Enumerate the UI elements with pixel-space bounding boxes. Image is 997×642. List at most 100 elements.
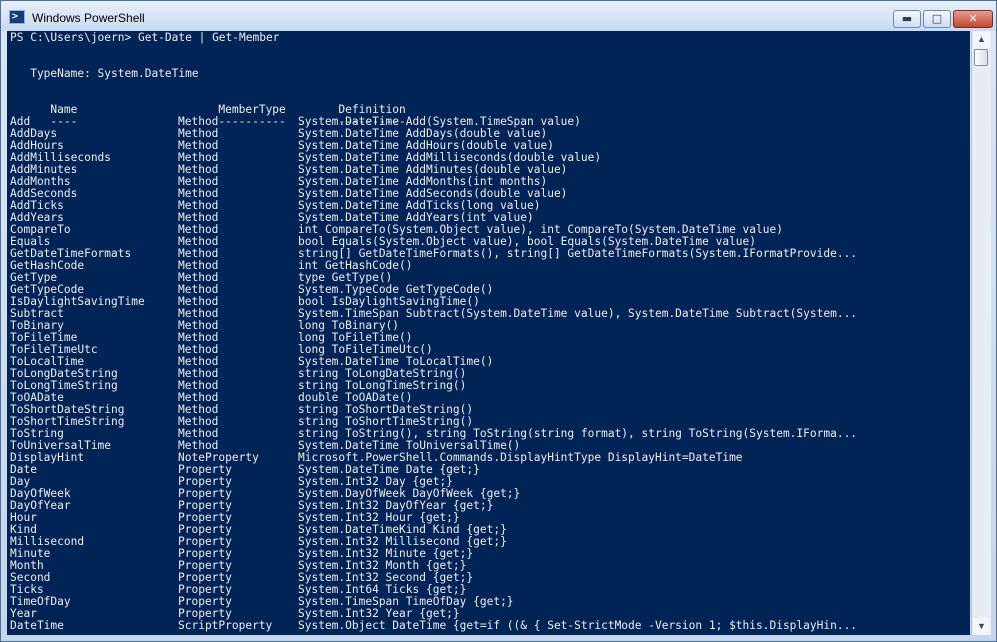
table-row: ToLongTimeString Method string ToLongTimeS…	[7, 380, 970, 392]
powershell-icon[interactable]: >	[9, 10, 25, 24]
definition-cell: System.DateTime AddHours(double value)	[298, 140, 554, 152]
table-row: AddMilliseconds Method System.DateTime Add…	[7, 152, 970, 164]
name-cell: DisplayHint	[10, 452, 85, 464]
name-cell: Equals	[10, 236, 51, 248]
maximize-button[interactable]: □	[923, 10, 951, 28]
definition-cell: System.Int64 Ticks {get;}	[298, 584, 467, 596]
definition-cell: bool Equals(System.Object value), bool E…	[298, 236, 757, 248]
name-cell: DayOfWeek	[10, 488, 71, 500]
name-cell: AddHours	[10, 140, 64, 152]
name-cell: GetDateTimeFormats	[10, 248, 132, 260]
table-row: GetType Method type GetType()	[7, 272, 970, 284]
membertype-cell: ScriptProperty	[178, 620, 273, 632]
table-row: ToBinary Method long ToBinary()	[7, 320, 970, 332]
name-cell: ToShortTimeString	[10, 416, 125, 428]
powershell-window: > Windows PowerShell ▬ □ ✕ PS C:\Users\j…	[0, 0, 997, 642]
name-cell: AddMilliseconds	[10, 152, 112, 164]
definition-cell: System.Int32 Hour {get;}	[298, 512, 460, 524]
table-row: ToOADate Method double ToOADate()	[7, 392, 970, 404]
table-header: Name MemberType Definition	[7, 92, 970, 116]
definition-cell: System.DateTime ToUniversalTime()	[298, 440, 521, 452]
name-cell: AddDays	[10, 128, 58, 140]
table-row: TimeOfDay Property System.TimeSpan TimeOfD…	[7, 596, 970, 608]
membertype-cell: Property	[178, 488, 232, 500]
name-cell: AddTicks	[10, 200, 64, 212]
name-cell: Subtract	[10, 308, 64, 320]
table-row: ToString Method string ToString(), string …	[7, 428, 970, 440]
definition-cell: long ToFileTimeUtc()	[298, 344, 433, 356]
header-membertype: MemberType	[218, 104, 286, 116]
definition-cell: System.DayOfWeek DayOfWeek {get;}	[298, 488, 521, 500]
table-row: DisplayHint NoteProperty Microsoft.PowerSh…	[7, 452, 970, 464]
membertype-cell: Method	[178, 116, 219, 128]
scroll-up-icon[interactable]: ▲	[973, 31, 990, 48]
definition-cell: System.Int32 DayOfYear {get;}	[298, 500, 494, 512]
definition-cell: System.Int32 Millisecond {get;}	[298, 536, 507, 548]
table-row: Year Property System.Int32 Year {get;}	[7, 608, 970, 620]
title-bar[interactable]: > Windows PowerShell ▬ □ ✕	[1, 1, 996, 31]
membertype-cell: Method	[178, 128, 219, 140]
membertype-cell: Property	[178, 596, 232, 608]
membertype-cell: Property	[178, 560, 232, 572]
console-output[interactable]: PS C:\Users\joern> Get-Date | Get-Member…	[7, 31, 970, 635]
table-row: Minute Property System.Int32 Minute {get;}	[7, 548, 970, 560]
definition-cell: System.DateTime AddYears(int value)	[298, 212, 534, 224]
scroll-thumb[interactable]	[974, 49, 988, 66]
membertype-cell: Property	[178, 584, 232, 596]
table-row: CompareTo Method int CompareTo(System.Obje…	[7, 224, 970, 236]
table-row: Millisecond Property System.Int32 Millisec…	[7, 536, 970, 548]
name-cell: Day	[10, 476, 31, 488]
definition-cell: string ToShortTimeString()	[298, 416, 474, 428]
table-row: GetTypeCode Method System.TypeCode GetType…	[7, 284, 970, 296]
definition-cell: System.DateTime AddTicks(long value)	[298, 200, 541, 212]
table-row: IsDaylightSavingTime Method bool IsDayligh…	[7, 296, 970, 308]
member-table: Add Method System.DateTime Add(System.Time…	[7, 116, 970, 632]
definition-cell: string ToLongDateString()	[298, 368, 467, 380]
membertype-cell: Property	[178, 512, 232, 524]
membertype-cell: Method	[178, 380, 219, 392]
definition-cell: System.DateTime Add(System.TimeSpan valu…	[298, 116, 581, 128]
name-cell: AddMinutes	[10, 164, 78, 176]
membertype-cell: Method	[178, 368, 219, 380]
minimize-button[interactable]: ▬	[893, 10, 921, 28]
membertype-cell: Method	[178, 344, 219, 356]
definition-cell: int CompareTo(System.Object value), int …	[298, 224, 783, 236]
membertype-cell: Property	[178, 548, 232, 560]
membertype-cell: Method	[178, 296, 219, 308]
definition-cell: long ToBinary()	[298, 320, 400, 332]
membertype-cell: Method	[178, 332, 219, 344]
name-cell: Hour	[10, 512, 37, 524]
name-cell: Millisecond	[10, 536, 85, 548]
table-row: Second Property System.Int32 Second {get;}	[7, 572, 970, 584]
membertype-cell: Method	[178, 308, 219, 320]
scroll-down-icon[interactable]: ▼	[973, 618, 990, 635]
name-cell: Minute	[10, 548, 51, 560]
table-row: GetHashCode Method int GetHashCode()	[7, 260, 970, 272]
name-cell: GetTypeCode	[10, 284, 85, 296]
command-prompt: PS C:\Users\joern> Get-Date | Get-Member	[10, 31, 280, 44]
name-cell: DateTime	[10, 620, 64, 632]
definition-cell: System.Int32 Year {get;}	[298, 608, 460, 620]
close-button[interactable]: ✕	[953, 10, 993, 28]
membertype-cell: Method	[178, 164, 219, 176]
vertical-scrollbar[interactable]: ▲ ▼	[971, 31, 991, 635]
definition-cell: bool IsDaylightSavingTime()	[298, 296, 480, 308]
definition-cell: System.DateTime AddMinutes(double value)	[298, 164, 568, 176]
definition-cell: double ToOADate()	[298, 392, 413, 404]
definition-cell: System.DateTime Date {get;}	[298, 464, 480, 476]
membertype-cell: Property	[178, 572, 232, 584]
name-cell: Ticks	[10, 584, 44, 596]
name-cell: ToFileTimeUtc	[10, 344, 98, 356]
membertype-cell: Property	[178, 464, 232, 476]
table-row: AddTicks Method System.DateTime AddTicks(l…	[7, 200, 970, 212]
name-cell: GetHashCode	[10, 260, 85, 272]
name-cell: Date	[10, 464, 37, 476]
membertype-cell: Method	[178, 152, 219, 164]
name-cell: IsDaylightSavingTime	[10, 296, 145, 308]
table-row: DayOfYear Property System.Int32 DayOfYear …	[7, 500, 970, 512]
definition-cell: int GetHashCode()	[298, 260, 413, 272]
table-row: GetDateTimeFormats Method string[] GetDate…	[7, 248, 970, 260]
membertype-cell: Method	[178, 140, 219, 152]
table-row: ToLocalTime Method System.DateTime ToLocal…	[7, 356, 970, 368]
